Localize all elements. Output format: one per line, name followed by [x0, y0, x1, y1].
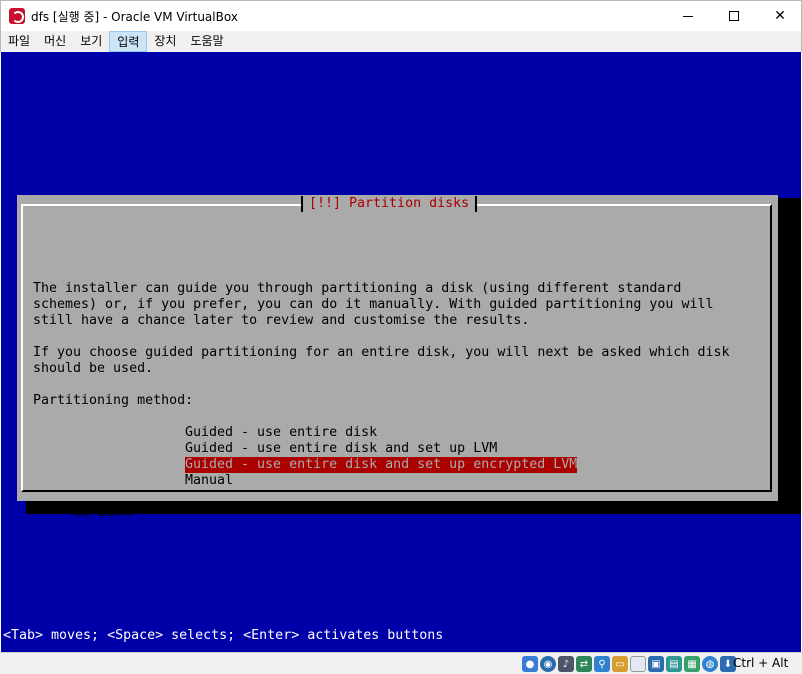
- maximize-button[interactable]: [711, 1, 757, 31]
- menu-help[interactable]: 도움말: [183, 31, 230, 52]
- info-line-2: should be used.: [33, 361, 154, 376]
- option-guided-encrypted-lvm[interactable]: Guided - use entire disk and set up encr…: [185, 457, 578, 473]
- status-icons: ● ◉ ♪ ⇄ ⚲ ▭ ▣ ▤ ▦ ◍ ⬇: [522, 656, 736, 672]
- close-button[interactable]: ✕: [757, 1, 802, 31]
- info-line-1: If you choose guided partitioning for an…: [33, 345, 730, 360]
- menu-file[interactable]: 파일: [1, 31, 37, 52]
- display-icon[interactable]: ▣: [648, 656, 664, 672]
- option-guided-entire-disk[interactable]: Guided - use entire disk: [185, 425, 377, 441]
- menu-input[interactable]: 입력: [109, 31, 148, 52]
- dialog-title: [!!] Partition disks: [301, 196, 478, 212]
- go-back-button[interactable]: <Go Back>: [66, 505, 138, 521]
- menu-bar: 파일 머신 보기 입력 장치 도움말: [0, 31, 802, 52]
- intro-line-1: The installer can guide you through part…: [33, 281, 682, 296]
- partitioning-method-label: Partitioning method:: [33, 393, 194, 408]
- option-manual[interactable]: Manual: [185, 473, 233, 489]
- menu-view[interactable]: 보기: [73, 31, 109, 52]
- option-guided-lvm[interactable]: Guided - use entire disk and set up LVM: [185, 441, 497, 457]
- blank-icon: [630, 656, 646, 672]
- window-title: dfs [실행 중] - Oracle VM VirtualBox: [31, 10, 238, 24]
- partition-disks-dialog: [!!] Partition disks The installer can g…: [17, 195, 778, 520]
- keyboard-hint: <Tab> moves; <Space> selects; <Enter> ac…: [3, 628, 444, 643]
- vm-display[interactable]: [!!] Partition disks The installer can g…: [1, 52, 801, 652]
- mouse-integration-icon[interactable]: ◍: [702, 656, 718, 672]
- menu-devices[interactable]: 장치: [147, 31, 183, 52]
- close-icon: ✕: [774, 8, 786, 24]
- intro-line-3: still have a chance later to review and …: [33, 313, 530, 328]
- window-titlebar[interactable]: dfs [실행 중] - Oracle VM VirtualBox ✕: [0, 0, 802, 31]
- usb-icon[interactable]: ⚲: [594, 656, 610, 672]
- audio-icon[interactable]: ♪: [558, 656, 574, 672]
- maximize-icon: [729, 11, 739, 21]
- network-icon[interactable]: ⇄: [576, 656, 592, 672]
- intro-line-2: schemes) or, if you prefer, you can do i…: [33, 297, 714, 312]
- cpu-icon[interactable]: ▦: [684, 656, 700, 672]
- video-capture-icon[interactable]: ▤: [666, 656, 682, 672]
- virtualbox-app-icon: [9, 8, 25, 24]
- optical-drive-icon[interactable]: ◉: [540, 656, 556, 672]
- minimize-icon: [683, 15, 693, 17]
- hard-disk-icon[interactable]: ●: [522, 656, 538, 672]
- minimize-button[interactable]: [665, 1, 711, 31]
- shared-folder-icon[interactable]: ▭: [612, 656, 628, 672]
- host-key-label[interactable]: Ctrl + Alt: [733, 656, 788, 670]
- menu-machine[interactable]: 머신: [37, 31, 73, 52]
- status-bar: ● ◉ ♪ ⇄ ⚲ ▭ ▣ ▤ ▦ ◍ ⬇ Ctrl + Alt: [0, 652, 802, 674]
